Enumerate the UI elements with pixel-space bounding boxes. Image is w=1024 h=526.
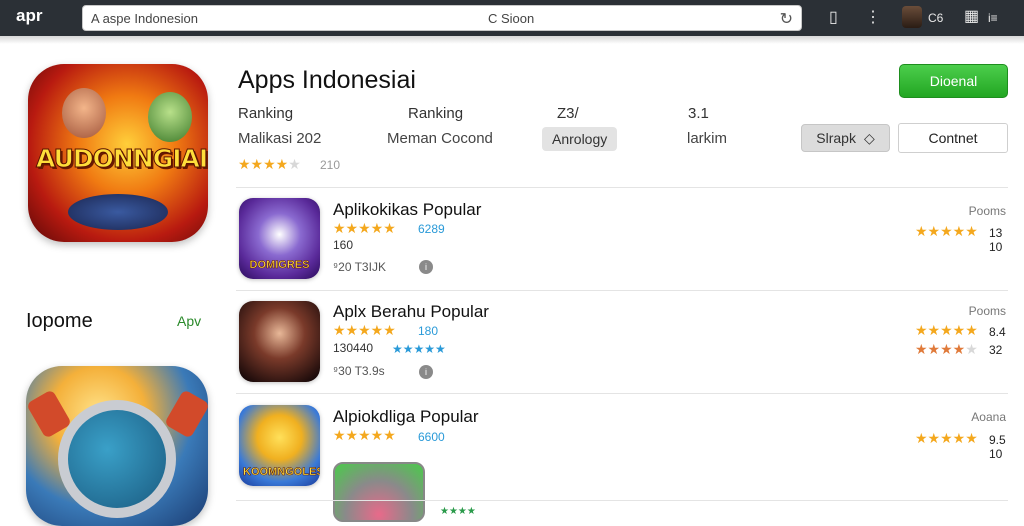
address-bar[interactable]: A aspe Indonesion C Sioon ↻ bbox=[82, 5, 802, 31]
brand-label: apr bbox=[16, 6, 43, 25]
list-item-right-label-3: Aoana bbox=[971, 410, 1006, 424]
divider bbox=[236, 393, 1008, 394]
list-item-right-stars-1: ★★★★★ bbox=[915, 223, 978, 239]
sort-select[interactable]: Slrapk ◇ bbox=[801, 124, 890, 152]
rating-stars: ★★★★★ bbox=[238, 156, 301, 172]
ranking-label-1: Ranking bbox=[238, 105, 294, 122]
divider bbox=[236, 187, 1008, 188]
list-item-meta-2: ⁹30 T3.9s bbox=[333, 364, 385, 378]
list-item-right-num-1a: 13 bbox=[989, 226, 1003, 240]
list-item-score-1: 6289 bbox=[418, 222, 445, 236]
toolbar-shadow bbox=[0, 36, 1024, 44]
download-button[interactable]: Dioenal bbox=[899, 64, 1008, 98]
list-item-title-1[interactable]: Aplikokikas Popular bbox=[333, 200, 481, 220]
ranking-label-2: Ranking bbox=[408, 105, 464, 122]
address-center-text: C Sioon bbox=[488, 11, 535, 26]
sidebar-heading: Iopome bbox=[26, 310, 93, 332]
sort-select-label: Slrapk bbox=[816, 130, 856, 146]
address-text: A aspe Indonesion bbox=[91, 11, 198, 26]
more-vert-icon[interactable]: ⋮ bbox=[865, 7, 881, 27]
list-item-score-2: 180 bbox=[418, 324, 439, 338]
list-item-title-3[interactable]: Alpiokdliga Popular bbox=[333, 407, 479, 427]
brand-logo[interactable]: apr bbox=[14, 6, 42, 26]
character-right bbox=[148, 92, 192, 142]
list-item-right-num-2b: 32 bbox=[989, 343, 1003, 357]
stat-label-3: Z3/ bbox=[557, 105, 579, 122]
list-item-right-label-2: Pooms bbox=[968, 304, 1006, 318]
ranking-value-2: Meman Cocond bbox=[387, 130, 493, 147]
app-thumbnail-4[interactable] bbox=[333, 462, 425, 522]
list-item-count-2: 130440 bbox=[333, 341, 374, 355]
reload-icon[interactable]: ↻ bbox=[780, 9, 793, 29]
app-thumbnail-2[interactable] bbox=[239, 301, 320, 382]
browser-toolbar: apr A aspe Indonesion C Sioon ↻ ▯ ⋮ C6 ▦… bbox=[0, 0, 1024, 36]
account-label: C6 bbox=[928, 11, 944, 25]
hero-icon-text: AUDONNGIAI bbox=[36, 144, 209, 174]
content-button[interactable]: Contnet bbox=[898, 123, 1008, 153]
app-hero-icon[interactable]: AUDONNGIAI bbox=[28, 64, 208, 242]
list-item-right-stars-2b: ★★★★★ bbox=[915, 341, 978, 357]
list-item-stars-3: ★★★★★ bbox=[333, 427, 396, 443]
list-item-right-num-2a: 8.4 bbox=[989, 325, 1006, 339]
list-item-score-3: 6600 bbox=[418, 430, 445, 444]
category-chip[interactable]: Anrology bbox=[542, 127, 618, 151]
list-item-right-num-3a: 9.5 bbox=[989, 433, 1006, 447]
list-item-title-2[interactable]: Aplx Berahu Popular bbox=[333, 302, 489, 322]
ranking-value-1: Malikasi 202 bbox=[238, 130, 322, 147]
divider bbox=[236, 500, 1008, 501]
wing-right bbox=[164, 389, 208, 439]
rating-count: 210 bbox=[320, 158, 341, 172]
info-icon[interactable]: i bbox=[419, 365, 433, 379]
info-icon[interactable]: i bbox=[419, 260, 433, 274]
character-left bbox=[62, 88, 106, 138]
stat-label-4: 3.1 bbox=[688, 105, 709, 122]
list-item-count-1: 160 bbox=[333, 238, 354, 252]
character-bottom bbox=[68, 194, 168, 230]
list-item-stars-2: ★★★★★ bbox=[333, 322, 396, 338]
thumb-3-text: KOOMNGOLES bbox=[243, 466, 320, 479]
list-item-right-num-1b: 10 bbox=[989, 240, 1003, 254]
divider bbox=[236, 290, 1008, 291]
app-thumbnail-3[interactable]: KOOMNGOLES bbox=[239, 405, 320, 486]
globe-app-icon[interactable] bbox=[26, 366, 208, 526]
list-item-extra-stars-2: ★★★★★ bbox=[392, 342, 446, 356]
list-item-meta-text-1: ⁹20 T3IJK bbox=[333, 260, 386, 274]
page-title: Apps Indonesiai bbox=[238, 66, 416, 94]
avatar[interactable] bbox=[902, 6, 922, 28]
list-item-right-stars-2: ★★★★★ bbox=[915, 322, 978, 338]
app-thumbnail-1[interactable]: DOMIGRES bbox=[239, 198, 320, 279]
chevron-updown-icon: ◇ bbox=[863, 129, 875, 146]
list-item-right-label-1: Pooms bbox=[968, 204, 1006, 218]
globe-ring bbox=[58, 400, 176, 518]
stat-value-4: larkim bbox=[687, 130, 727, 147]
clipboard-icon[interactable]: ▯ bbox=[829, 7, 838, 27]
list-item-right-stars-3: ★★★★★ bbox=[915, 430, 978, 446]
list-item-stars-1: ★★★★★ bbox=[333, 220, 396, 236]
grid-icon[interactable]: ▦ bbox=[964, 6, 979, 26]
sidebar-link[interactable]: Apv bbox=[177, 313, 201, 329]
list-item-meta-text-2: ⁹30 T3.9s bbox=[333, 364, 385, 378]
thumb-1-text: DOMIGRES bbox=[249, 259, 310, 272]
list-item-right-num-3b: 10 bbox=[989, 447, 1003, 461]
list-item-meta-1: ⁹20 T3IJK bbox=[333, 260, 386, 274]
menu-label[interactable]: i≡ bbox=[988, 11, 998, 25]
